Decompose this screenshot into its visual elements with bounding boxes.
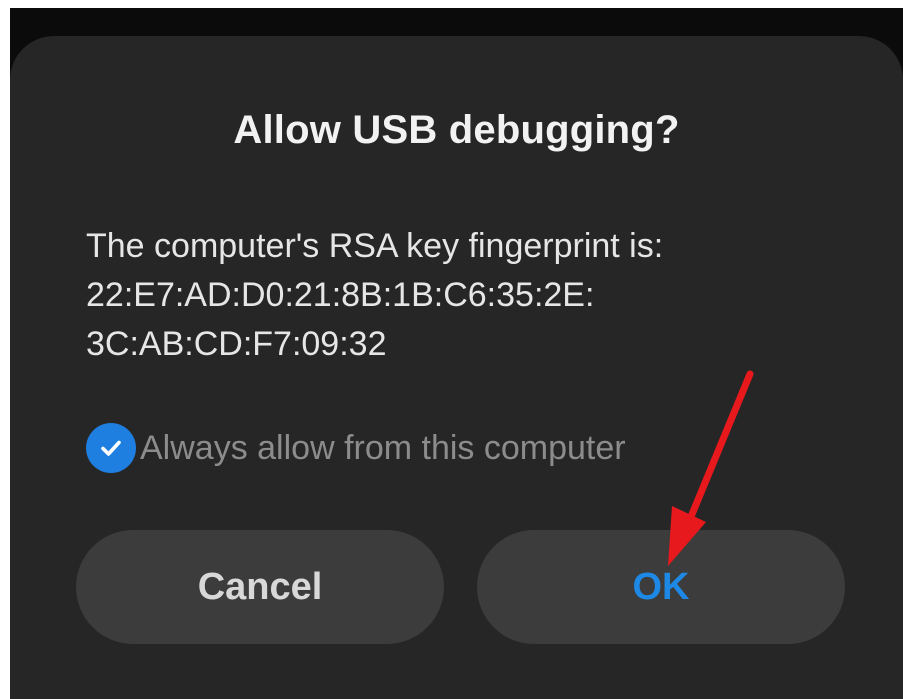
message-line: The computer's RSA key fingerprint is: (86, 227, 664, 265)
ok-button[interactable]: OK (477, 530, 845, 644)
dialog-message: The computer's RSA key fingerprint is: 2… (86, 222, 846, 369)
fingerprint-line-1: 22:E7:AD:D0:21:8B:1B:C6:35:2E: (86, 276, 595, 314)
dialog-title: Allow USB debugging? (233, 108, 680, 152)
screenshot-frame: Allow USB debugging? The computer's RSA … (0, 0, 903, 699)
always-allow-label: Always allow from this computer (140, 428, 626, 467)
always-allow-checkbox-row[interactable]: Always allow from this computer (86, 423, 626, 473)
checkmark-icon[interactable] (86, 423, 136, 473)
cancel-button[interactable]: Cancel (76, 530, 444, 644)
fingerprint-line-2: 3C:AB:CD:F7:09:32 (86, 325, 387, 363)
